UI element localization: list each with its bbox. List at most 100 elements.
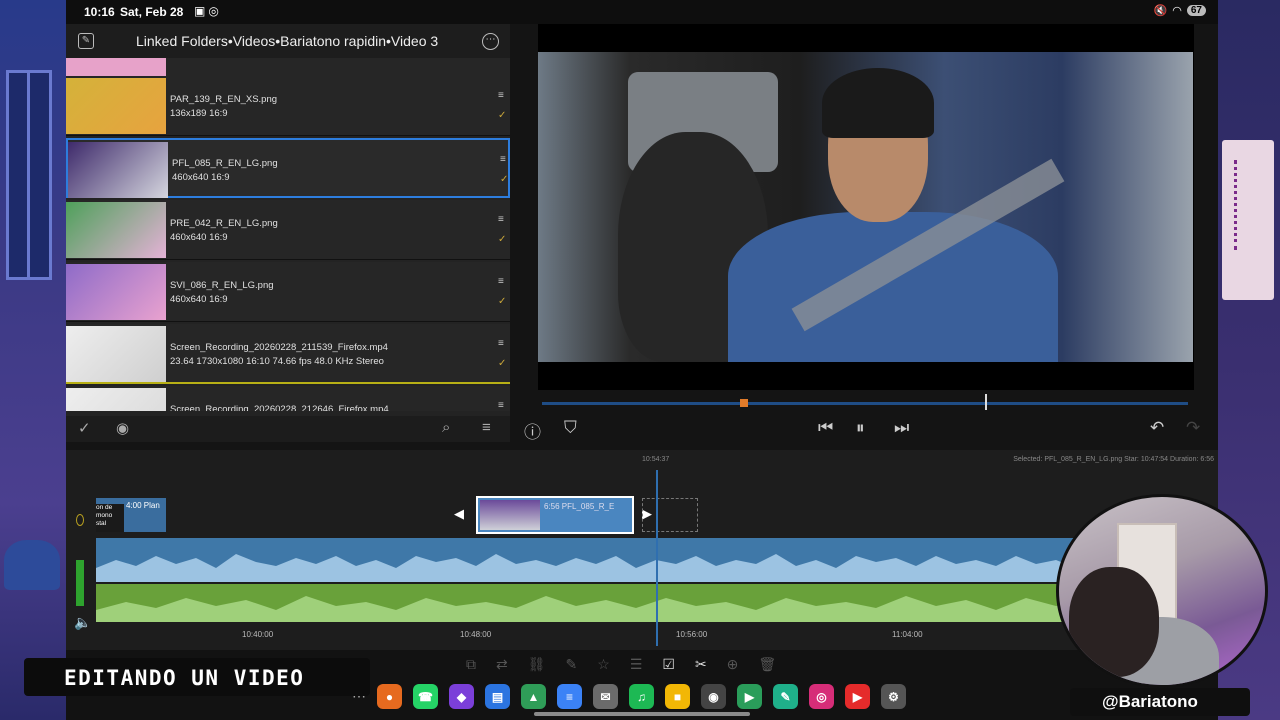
edit-actions: ⧉ ⇄ ⛓ ✎ ☆ ☰ ☑ ✂ ⊕ 🗑 xyxy=(466,656,776,673)
preview-video-frame[interactable] xyxy=(538,52,1193,362)
selection-info: Selected: PFL_085_R_EN_LG.png Star: 10:4… xyxy=(1013,456,1214,463)
media-name: PRE_042_R_EN_LG.png xyxy=(170,218,278,229)
media-list[interactable]: PAR_139_R_EN_XS.png 136x189 16:9 ≡ ✓ PFL_085… xyxy=(66,58,510,411)
mail-app-icon[interactable]: ✉ xyxy=(593,684,618,709)
select-check-icon[interactable]: ✓ xyxy=(78,419,91,437)
battery-indicator: 67 xyxy=(1186,5,1206,16)
instagram-app-icon[interactable]: ◎ xyxy=(809,684,834,709)
stylus-app-icon[interactable]: ✎ xyxy=(773,684,798,709)
trash-icon[interactable]: 🗑 xyxy=(758,656,776,673)
search-icon[interactable]: ⌕ xyxy=(442,419,450,436)
scissors-icon[interactable]: ✂ xyxy=(695,656,707,673)
media-item[interactable]: Screen_Recording_20260228_211539_Firefox… xyxy=(66,324,510,384)
media-meta: 460x640 16:9 xyxy=(170,232,228,243)
mute-icon: 🔇 xyxy=(1153,5,1168,17)
whatsapp-app-icon[interactable]: ☎ xyxy=(413,684,438,709)
link-icon[interactable]: ⛓ xyxy=(528,656,546,673)
clip-placeholder xyxy=(642,498,698,532)
media-item[interactable]: SVI_086_R_EN_LG.png 460x640 16:9 ≡ ✓ xyxy=(66,262,510,322)
firefox-app-icon[interactable]: ● xyxy=(377,684,402,709)
webcam-overlay xyxy=(1056,494,1268,688)
shield-icon[interactable]: ⛉ xyxy=(564,418,577,438)
files-app-icon[interactable]: ▤ xyxy=(485,684,510,709)
replace-icon[interactable]: ⇄ xyxy=(496,656,508,673)
speaker-icon[interactable]: 🔈 xyxy=(74,614,91,631)
undo-icon[interactable]: ↶ xyxy=(1150,418,1164,438)
handle-text: @Bariatono xyxy=(1102,692,1198,711)
clip-plan[interactable]: on de mono stal 4:00 Plan xyxy=(96,498,166,532)
item-menu-icon[interactable]: ≡ xyxy=(498,214,504,225)
obs-app-icon[interactable]: ◉ xyxy=(701,684,726,709)
drive-app-icon[interactable]: ▲ xyxy=(521,684,546,709)
time-ruler: 10:40:00 10:48:00 10:56:00 11:04:00 xyxy=(96,628,1218,646)
pause-icon[interactable]: ⏸ xyxy=(856,418,865,438)
item-menu-icon[interactable]: ≡ xyxy=(498,90,504,101)
timeline[interactable]: 10:54:37 Selected: PFL_085_R_EN_LG.png S… xyxy=(66,450,1218,650)
browser-toolbar: ✓ ◉ ⌕ ≡ xyxy=(66,416,510,442)
spotify-app-icon[interactable]: ♫ xyxy=(629,684,654,709)
ruler-tick-label: 10:56:00 xyxy=(676,630,708,639)
item-menu-icon[interactable]: ≡ xyxy=(498,276,504,287)
redo-icon[interactable]: ↷ xyxy=(1186,418,1200,438)
clip-label: 4:00 Plan xyxy=(126,501,160,510)
more-options-icon[interactable]: ⋯ xyxy=(482,33,499,50)
media-thumbnail xyxy=(66,202,166,258)
settings-app-icon[interactable]: ⚙ xyxy=(881,684,906,709)
media-name: PFL_085_R_EN_LG.png xyxy=(172,158,278,169)
used-check-icon: ✓ xyxy=(498,358,507,369)
home-indicator[interactable] xyxy=(534,712,750,716)
list-item[interactable] xyxy=(66,58,510,78)
youtube-app-icon[interactable]: ▶ xyxy=(845,684,870,709)
browser-header: ✎ Linked Folders•Videos•Bariatono rapidi… xyxy=(66,24,510,58)
media-item[interactable]: PRE_042_R_EN_LG.png 460x640 16:9 ≡ ✓ xyxy=(66,200,510,260)
audio-level-meter xyxy=(76,456,86,626)
scrub-bar[interactable] xyxy=(538,394,1194,410)
edit-icon[interactable]: ✎ xyxy=(78,33,94,49)
used-check-icon: ✓ xyxy=(498,110,507,121)
item-menu-icon[interactable]: ≡ xyxy=(498,400,504,411)
clock: 10:16 xyxy=(84,5,115,19)
folder-app-icon[interactable]: ■ xyxy=(665,684,690,709)
stream-title-banner: EDITANDO UN VIDEO xyxy=(24,658,370,696)
list-icon[interactable]: ☰ xyxy=(630,656,643,673)
media-name: PAR_139_R_EN_XS.png xyxy=(170,94,278,105)
media-meta: 23.64 1730x1080 16:10 74.66 fps 48.0 KHz… xyxy=(170,356,384,367)
item-menu-icon[interactable]: ≡ xyxy=(500,154,506,165)
item-menu-icon[interactable]: ≡ xyxy=(498,338,504,349)
room-background-left xyxy=(0,0,68,720)
media-name: Screen_Recording_20260228_212646_Firefox… xyxy=(170,404,389,411)
folder-path: Linked Folders•Videos•Bariatono rapidin•… xyxy=(136,33,439,49)
media-item[interactable]: PAR_139_R_EN_XS.png 136x189 16:9 ≡ ✓ xyxy=(66,76,510,136)
media-name: SVI_086_R_EN_LG.png xyxy=(170,280,274,291)
record-icon[interactable]: ◉ xyxy=(116,419,129,437)
marker[interactable] xyxy=(740,399,748,407)
gem-app-icon[interactable]: ◆ xyxy=(449,684,474,709)
favorite-icon[interactable]: ☆ xyxy=(597,656,610,673)
checkbox-icon[interactable]: ☑ xyxy=(662,656,675,673)
sort-icon[interactable]: ≡ xyxy=(482,419,491,436)
used-check-icon: ✓ xyxy=(498,296,507,307)
timeline-playhead[interactable] xyxy=(656,470,658,646)
clip-selected[interactable]: 6:56 PFL_085_R_E xyxy=(476,496,634,534)
media-browser: ✎ Linked Folders•Videos•Bariatono rapidi… xyxy=(66,24,510,442)
pen-icon[interactable]: ✎ xyxy=(566,656,578,673)
copy-icon[interactable]: ⧉ xyxy=(466,656,476,673)
media-thumbnail xyxy=(68,142,168,198)
play-store-app-icon[interactable]: ▶ xyxy=(737,684,762,709)
preview-playhead[interactable] xyxy=(985,394,987,410)
docs-app-icon[interactable]: ≡ xyxy=(557,684,582,709)
trim-left-icon[interactable]: ◀ xyxy=(454,506,464,522)
add-icon[interactable]: ⊕ xyxy=(727,656,739,673)
stream-title: EDITANDO UN VIDEO xyxy=(64,666,305,690)
skip-back-icon[interactable]: ⏮ xyxy=(818,418,833,438)
clip-side-label: on de mono stal xyxy=(96,504,124,532)
info-icon[interactable]: ⓘ xyxy=(524,418,541,443)
wifi-icon: ◠ xyxy=(1172,5,1182,17)
media-thumbnail xyxy=(66,264,166,320)
status-right: 🔇 ◠ 67 xyxy=(1154,4,1206,17)
media-item[interactable]: Screen_Recording_20260228_212646_Firefox… xyxy=(66,386,510,411)
media-item[interactable]: PFL_085_R_EN_LG.png 460x640 16:9 ≡ ✓ xyxy=(66,138,510,198)
stream-layout: 10:16 Sat, Feb 28 ▣◎ 🔇 ◠ 67 ✎ Linked Fol… xyxy=(0,0,1280,720)
media-thumbnail xyxy=(66,326,166,382)
skip-forward-icon[interactable]: ⏭ xyxy=(894,418,909,438)
